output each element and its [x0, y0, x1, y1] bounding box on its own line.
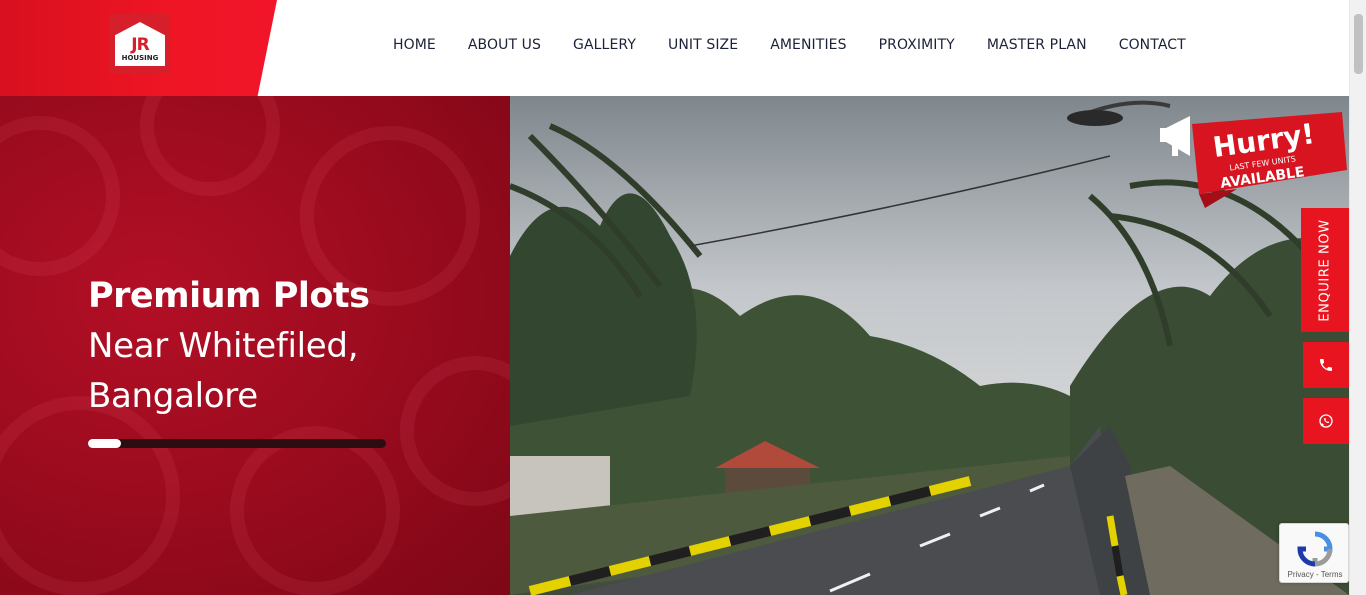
enquire-now-button[interactable]: ENQUIRE NOW — [1301, 208, 1349, 332]
damask-pattern — [140, 96, 280, 196]
site-header: JR HOUSING HOME ABOUT US GALLERY UNIT SI… — [0, 0, 1349, 96]
nav-proximity[interactable]: PROXIMITY — [879, 37, 955, 53]
megaphone-icon — [1160, 110, 1206, 160]
page: JR HOUSING HOME ABOUT US GALLERY UNIT SI… — [0, 0, 1366, 595]
damask-pattern — [230, 426, 400, 595]
nav-gallery[interactable]: GALLERY — [573, 37, 636, 53]
nav-home[interactable]: HOME — [393, 37, 436, 53]
enquire-now-label: ENQUIRE NOW — [1317, 218, 1333, 322]
logo-house-icon: JR HOUSING — [115, 22, 165, 66]
whatsapp-icon — [1319, 414, 1333, 428]
logo-mark: JR — [131, 35, 149, 55]
damask-pattern — [0, 396, 180, 595]
scrollbar-thumb[interactable] — [1354, 14, 1363, 74]
call-button[interactable] — [1303, 342, 1349, 388]
nav-contact[interactable]: CONTACT — [1119, 37, 1186, 53]
recaptcha-links[interactable]: Privacy - Terms — [1280, 570, 1350, 579]
hero-subtitle-line2: Bangalore — [88, 376, 258, 416]
recaptcha-icon — [1297, 531, 1333, 567]
nav-about-us[interactable]: ABOUT US — [468, 37, 541, 53]
hero-text-panel: Premium Plots Near Whitefiled, Bangalore — [0, 96, 510, 595]
hurry-badge: Hurry! LAST FEW UNITS AVAILABLE — [1187, 112, 1347, 212]
damask-pattern — [400, 356, 510, 506]
slider-progress-bar — [88, 439, 386, 448]
hero-subtitle-line1: Near Whitefiled, — [88, 326, 359, 366]
damask-pattern — [0, 116, 120, 276]
whatsapp-button[interactable] — [1303, 398, 1349, 444]
nav-amenities[interactable]: AMENITIES — [770, 37, 846, 53]
main-nav: HOME ABOUT US GALLERY UNIT SIZE AMENITIE… — [377, 0, 1202, 90]
nav-master-plan[interactable]: MASTER PLAN — [987, 37, 1087, 53]
hero-title: Premium Plots — [88, 276, 370, 316]
page-scrollbar[interactable] — [1349, 0, 1366, 595]
logo-subtext: HOUSING — [121, 54, 159, 62]
nav-unit-size[interactable]: UNIT SIZE — [668, 37, 738, 53]
slider-progress-fill — [88, 439, 121, 448]
brand-logo[interactable]: JR HOUSING — [110, 14, 170, 74]
recaptcha-badge[interactable]: Privacy - Terms — [1279, 523, 1349, 583]
phone-icon — [1320, 359, 1332, 371]
